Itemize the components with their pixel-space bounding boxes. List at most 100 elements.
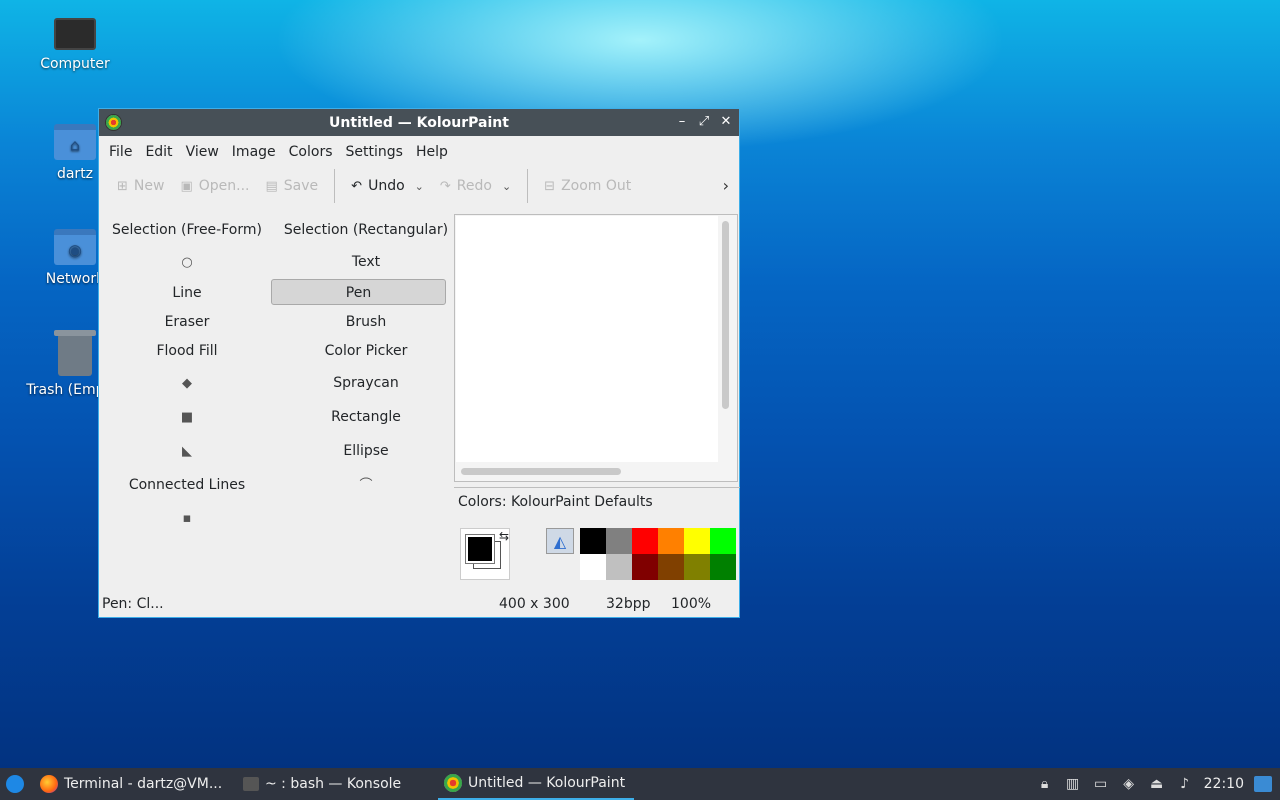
undo-label: Undo: [368, 178, 405, 194]
colors-title: Colors: KolourPaint Defaults: [458, 494, 653, 510]
maximize-button[interactable]: ⤢: [697, 113, 711, 131]
menu-colors[interactable]: Colors: [289, 144, 346, 160]
vertical-scrollbar[interactable]: [722, 221, 729, 409]
palette-swatch[interactable]: [632, 528, 658, 554]
palette-swatch[interactable]: [684, 528, 710, 554]
update-notifier-icon[interactable]: ◈: [1120, 775, 1138, 793]
show-desktop-icon[interactable]: [1254, 776, 1272, 792]
tool-eraser[interactable]: Eraser: [107, 309, 267, 335]
tool-ellipse[interactable]: Ellipse: [277, 438, 455, 464]
palette-swatch[interactable]: [580, 528, 606, 554]
desktop-icon-computer[interactable]: Computer: [25, 18, 125, 72]
palette-swatch[interactable]: [710, 528, 736, 554]
taskbar-item-label: Terminal - dartz@VM...: [64, 776, 223, 792]
minimize-button[interactable]: –: [675, 113, 689, 131]
status-bar: Pen: Cl... 400 x 300 32bpp 100%: [99, 591, 739, 617]
tool-color-picker[interactable]: Color Picker: [277, 338, 455, 364]
close-button[interactable]: ✕: [719, 113, 733, 131]
tool-selection-rectangular[interactable]: Selection (Rectangular): [277, 217, 455, 243]
firefox-icon: [40, 775, 58, 793]
lock-icon[interactable]: 🔒︎: [1036, 775, 1054, 793]
palette-swatch[interactable]: [606, 528, 632, 554]
tool-option-icon: ▪: [182, 511, 192, 526]
palette-swatch[interactable]: [710, 554, 736, 580]
tool-brush[interactable]: Brush: [277, 309, 455, 335]
new-button[interactable]: ⊞ New: [117, 171, 164, 201]
taskbar-item-label: Untitled — KolourPaint: [468, 775, 626, 791]
clipboard-icon[interactable]: ▥: [1064, 775, 1082, 793]
status-zoom: 100%: [671, 596, 712, 612]
redo-label: Redo: [456, 178, 492, 194]
swap-colors-icon[interactable]: ⇆: [499, 529, 509, 543]
drawing-canvas[interactable]: [456, 216, 718, 462]
save-label: Save: [283, 178, 319, 194]
palette-swatch[interactable]: [606, 554, 632, 580]
tool-curve[interactable]: ⌒: [277, 472, 455, 498]
taskbar-item-terminal[interactable]: Terminal - dartz@VM...: [40, 768, 222, 800]
menu-settings[interactable]: Settings: [346, 144, 416, 160]
horizontal-scrollbar[interactable]: [461, 468, 621, 475]
palette-swatch[interactable]: [684, 554, 710, 580]
taskbar: Terminal - dartz@VM... ~ : bash — Konsol…: [0, 768, 1280, 800]
toolbar-separator: [334, 169, 336, 203]
volume-icon[interactable]: ♪: [1176, 775, 1194, 793]
palette-swatch[interactable]: [658, 528, 684, 554]
tool-polygon-shape[interactable]: ◣: [107, 438, 267, 464]
menu-view[interactable]: View: [186, 144, 232, 160]
tool-option[interactable]: ▪: [107, 505, 267, 531]
menu-help[interactable]: Help: [416, 144, 461, 160]
tool-rectangle-shape[interactable]: ■: [107, 404, 267, 430]
tool-pen[interactable]: Pen: [271, 279, 446, 305]
kolourpaint-icon: [444, 774, 462, 792]
tool-line[interactable]: Line: [107, 280, 267, 306]
save-button[interactable]: ▤ Save: [266, 171, 319, 201]
clock[interactable]: 22:10: [1204, 776, 1244, 792]
status-dimensions: 400 x 300: [499, 596, 570, 612]
desktop-icon-label: Computer: [40, 56, 110, 72]
redo-dropdown-icon[interactable]: ⌄: [502, 180, 511, 193]
toolbar-separator: [527, 169, 529, 203]
tool-eraser-shape[interactable]: ◆: [107, 370, 267, 396]
square-icon: ■: [180, 410, 194, 425]
palette-swatch[interactable]: [658, 554, 684, 580]
network-icon[interactable]: ▭: [1092, 775, 1110, 793]
window-title: Untitled — KolourPaint: [329, 114, 509, 131]
foreground-color-swatch[interactable]: [465, 534, 495, 564]
taskbar-item-kolourpaint[interactable]: Untitled — KolourPaint: [438, 768, 634, 800]
lubuntu-menu-icon: [6, 775, 24, 793]
tool-rectangle[interactable]: Rectangle: [277, 404, 455, 430]
application-menu-button[interactable]: [6, 768, 24, 800]
open-button[interactable]: ▣ Open...: [180, 171, 249, 201]
redo-button[interactable]: ↷ Redo ⌄: [440, 171, 511, 201]
toolbar-overflow-chevron-icon[interactable]: ›: [723, 176, 729, 195]
titlebar[interactable]: Untitled — KolourPaint – ⤢ ✕: [99, 109, 739, 136]
menu-file[interactable]: File: [109, 144, 145, 160]
tool-ellipse-select[interactable]: ○: [107, 249, 267, 275]
taskbar-item-konsole[interactable]: ~ : bash — Konsole: [243, 768, 401, 800]
trash-icon: [54, 330, 96, 376]
tool-selection-free-form[interactable]: Selection (Free-Form): [107, 217, 267, 243]
circle-icon: ○: [181, 255, 193, 270]
computer-icon: [54, 18, 96, 50]
undo-dropdown-icon[interactable]: ⌄: [415, 180, 424, 193]
kolourpaint-app-icon[interactable]: [105, 114, 122, 131]
tool-text[interactable]: Text: [277, 249, 455, 275]
undo-button[interactable]: ↶ Undo ⌄: [351, 171, 424, 201]
tool-spraycan[interactable]: Spraycan: [277, 370, 455, 396]
eraser-icon: ◆: [182, 376, 192, 391]
palette-swatch[interactable]: [632, 554, 658, 580]
transparency-icon[interactable]: ◭: [546, 528, 574, 554]
system-tray: 🔒︎ ▥ ▭ ◈ ⏏ ♪ 22:10: [1036, 768, 1280, 800]
palette-swatch[interactable]: [580, 554, 606, 580]
network-folder-icon: ◉: [54, 229, 96, 265]
tool-connected-lines[interactable]: Connected Lines: [107, 472, 267, 498]
new-label: New: [133, 178, 165, 194]
eject-icon[interactable]: ⏏: [1148, 775, 1166, 793]
menu-image[interactable]: Image: [232, 144, 289, 160]
terminal-icon: [243, 777, 259, 791]
current-colors[interactable]: ⇆: [460, 528, 510, 580]
zoom-out-button[interactable]: ⊟ Zoom Out: [544, 171, 631, 201]
menu-edit[interactable]: Edit: [145, 144, 185, 160]
new-icon: ⊞: [117, 178, 128, 194]
tool-flood-fill[interactable]: Flood Fill: [107, 338, 267, 364]
